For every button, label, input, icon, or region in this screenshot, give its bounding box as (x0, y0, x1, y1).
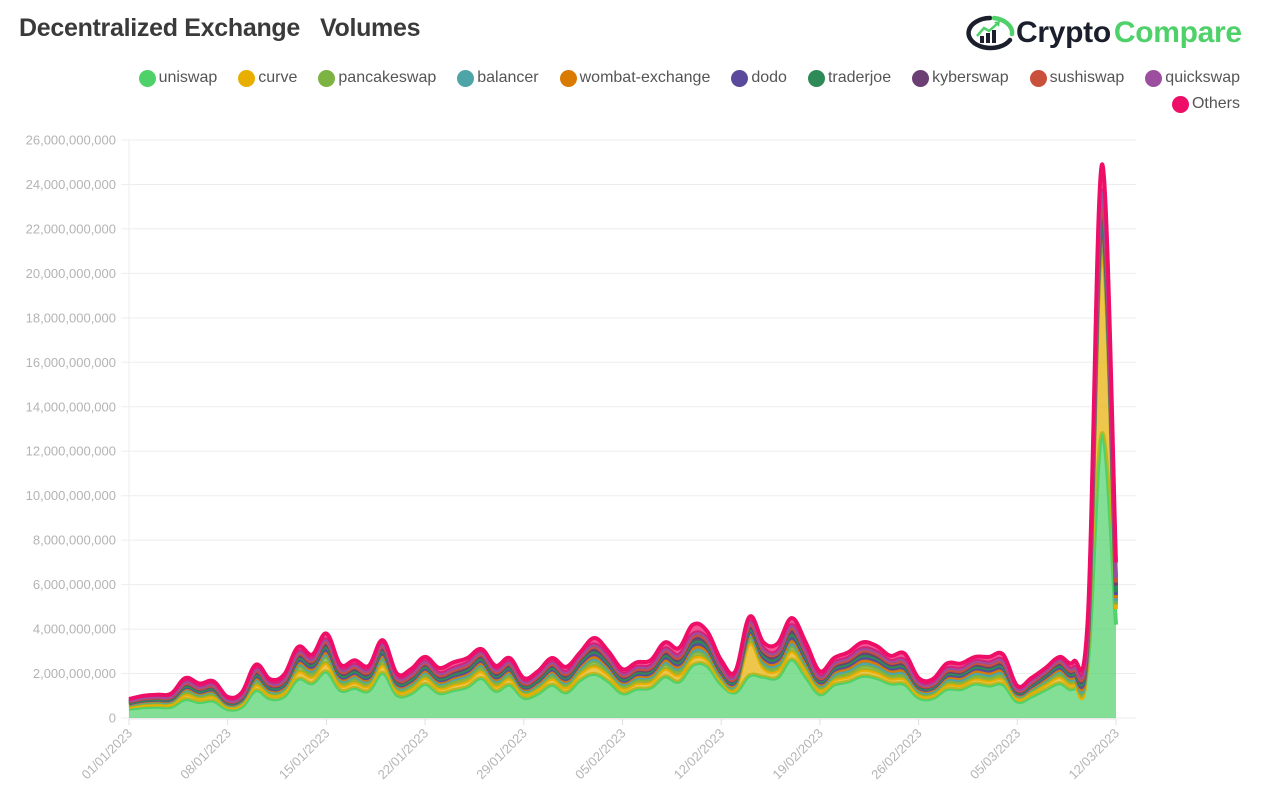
y-tick-label: 16,000,000,000 (26, 355, 116, 370)
series-quickswap[interactable] (128, 188, 1118, 703)
area-balancer[interactable] (129, 232, 1116, 706)
line-pancakeswap (128, 236, 1118, 708)
y-tick-label: 22,000,000,000 (26, 221, 116, 236)
y-tick-label: 24,000,000,000 (26, 177, 116, 192)
series-dodo[interactable] (128, 220, 1118, 706)
line-traderjoe (128, 215, 1118, 706)
y-tick-label: 26,000,000,000 (26, 133, 116, 148)
area-wombat-exchange[interactable] (129, 227, 1116, 705)
line-others (128, 162, 1118, 702)
y-tick-label: 10,000,000,000 (26, 488, 116, 503)
x-tick-label: 05/03/2023 (967, 726, 1024, 783)
line-wombat-exchange (128, 225, 1118, 707)
area-traderjoe[interactable] (129, 217, 1116, 704)
x-tick-label: 01/01/2023 (78, 726, 135, 783)
line-quickswap (128, 188, 1118, 703)
y-tick-label: 14,000,000,000 (26, 399, 116, 414)
y-tick-label: 12,000,000,000 (26, 444, 116, 459)
series-others[interactable] (128, 162, 1118, 702)
line-kyberswap (128, 204, 1118, 704)
x-tick-label: 26/02/2023 (868, 726, 925, 783)
y-tick-label: 2,000,000,000 (33, 666, 116, 681)
y-tick-label: 4,000,000,000 (33, 622, 116, 637)
series-wombat-exchange[interactable] (128, 225, 1118, 707)
y-tick-label: 8,000,000,000 (33, 533, 116, 548)
y-tick-label: 18,000,000,000 (26, 310, 116, 325)
x-tick-label: 29/01/2023 (473, 726, 530, 783)
x-tick-label: 19/02/2023 (769, 726, 826, 783)
x-tick-label: 08/01/2023 (177, 726, 234, 783)
area-dodo[interactable] (129, 222, 1116, 705)
stacked-area-chart: 0 2,000,000,000 4,000,000,000 6,000,000,000… (26, 133, 1136, 783)
x-tick-label: 22/01/2023 (375, 726, 432, 783)
series-balancer[interactable] (128, 230, 1118, 707)
area-quickswap[interactable] (129, 190, 1116, 702)
series-kyberswap[interactable] (128, 204, 1118, 704)
series-traderjoe[interactable] (128, 215, 1118, 706)
area-others[interactable] (129, 164, 1116, 701)
line-dodo (128, 220, 1118, 706)
area-kyberswap[interactable] (129, 206, 1116, 704)
line-balancer (128, 230, 1118, 707)
area-pancakeswap[interactable] (129, 238, 1116, 708)
x-tick-label: 12/03/2023 (1065, 726, 1122, 783)
y-tick-label: 6,000,000,000 (33, 577, 116, 592)
y-tick-label: 20,000,000,000 (26, 266, 116, 281)
y-tick-label: 0 (109, 711, 116, 726)
x-tick-label: 12/02/2023 (671, 726, 728, 783)
x-tick-label: 05/02/2023 (572, 726, 629, 783)
series-pancakeswap[interactable] (128, 236, 1118, 708)
x-tick-label: 15/01/2023 (276, 726, 333, 783)
